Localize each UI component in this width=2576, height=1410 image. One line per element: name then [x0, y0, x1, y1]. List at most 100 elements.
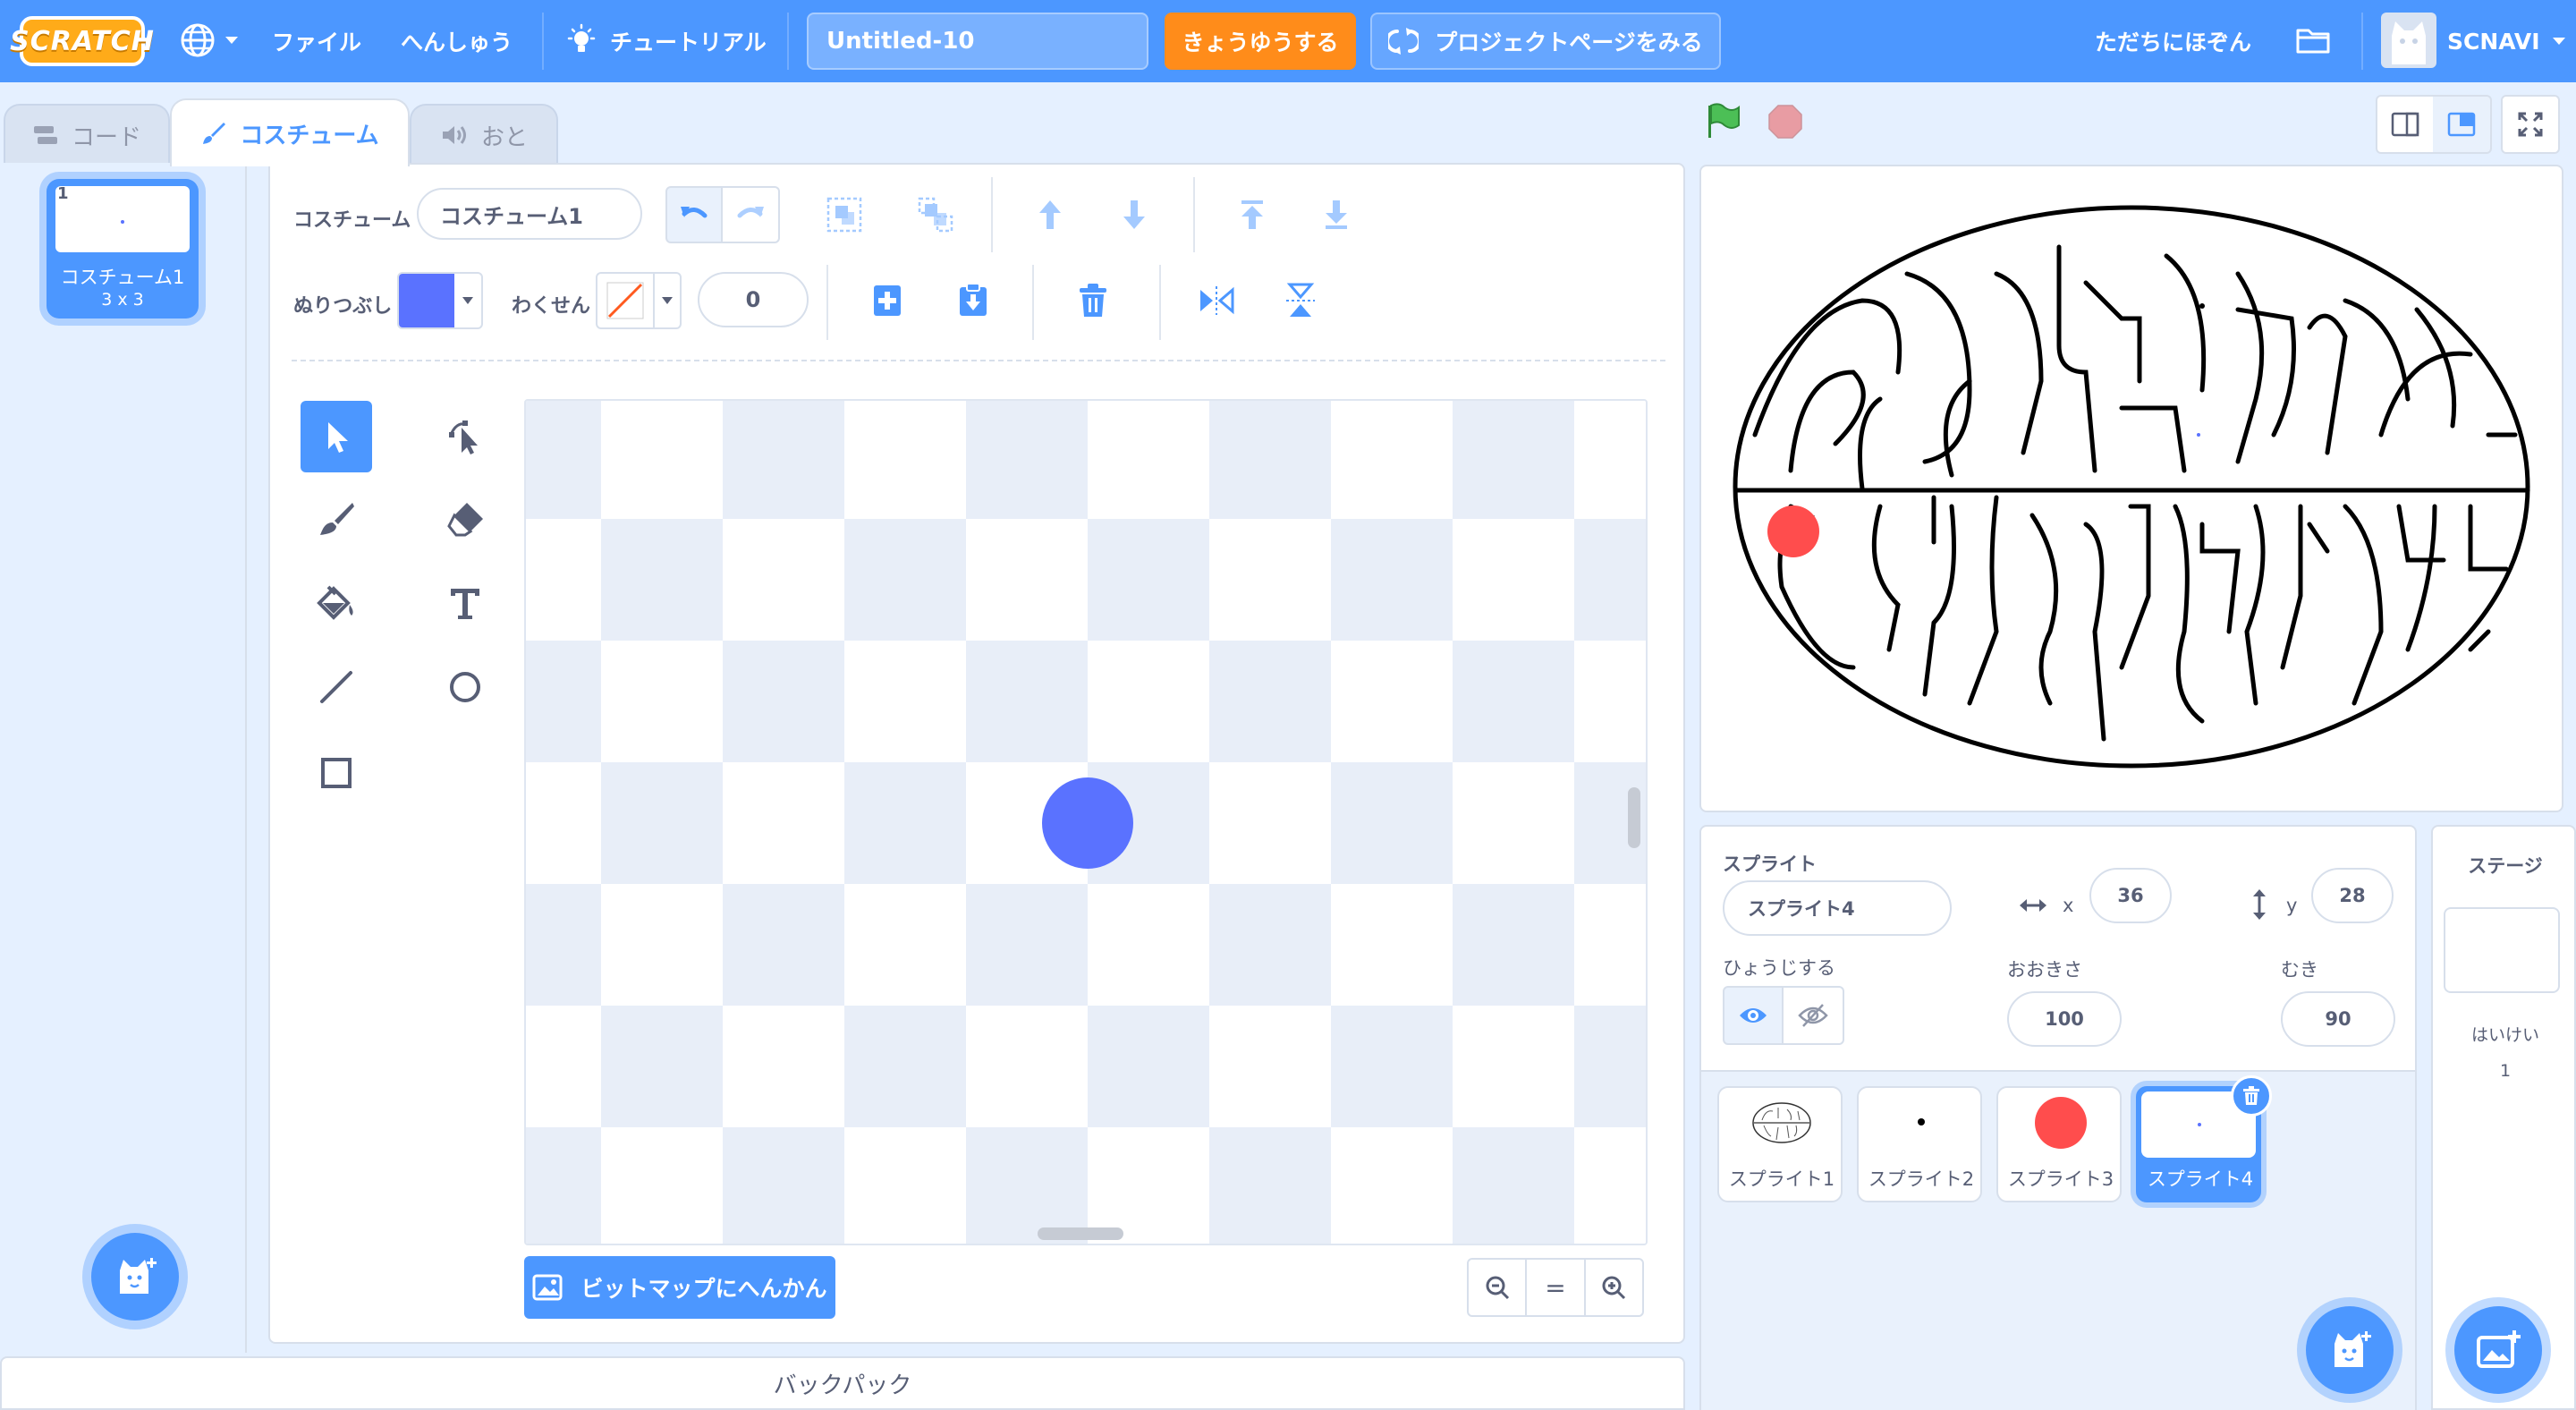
- flip-vertical-button[interactable]: [1272, 272, 1329, 329]
- outline-width-input[interactable]: 0: [698, 272, 809, 327]
- zoom-reset-button[interactable]: =: [1527, 1260, 1586, 1315]
- speaker-icon: [442, 126, 466, 144]
- my-stuff-button[interactable]: [2295, 25, 2331, 55]
- menu-divider: [542, 13, 544, 70]
- copy-button[interactable]: [859, 272, 916, 329]
- file-menu[interactable]: ファイル: [272, 0, 361, 82]
- green-flag-button[interactable]: [1705, 102, 1741, 140]
- x-input[interactable]: 36: [2089, 868, 2172, 923]
- no-color-icon: [606, 282, 644, 319]
- save-now-button[interactable]: ただちにほぞん: [2095, 0, 2251, 82]
- costume-size: 3 x 3: [101, 290, 144, 310]
- zoom-out-icon: [1486, 1276, 1509, 1300]
- delete-sprite-button[interactable]: [2231, 1075, 2272, 1117]
- normal-stage-button[interactable]: [2433, 95, 2492, 154]
- arrow-pointer-icon: [328, 422, 348, 453]
- show-sprite-button[interactable]: [1723, 986, 1784, 1045]
- maze-lines: [1733, 205, 2530, 769]
- convert-to-bitmap-button[interactable]: ビットマップにへんかん: [524, 1256, 835, 1319]
- share-button[interactable]: きょうゆうする: [1165, 13, 1356, 70]
- outline-color-picker[interactable]: [596, 272, 682, 329]
- language-menu[interactable]: [179, 21, 240, 59]
- rectangle-tool[interactable]: [301, 737, 372, 809]
- trash-icon: [2243, 1086, 2259, 1105]
- add-sprite-button[interactable]: [2306, 1306, 2394, 1394]
- account-menu[interactable]: SCNAVI: [2447, 0, 2567, 82]
- flip-horizontal-button[interactable]: [1188, 272, 1245, 329]
- direction-input[interactable]: 90: [2281, 991, 2395, 1047]
- avatar[interactable]: [2381, 13, 2436, 68]
- text-icon: [451, 589, 479, 619]
- y-input[interactable]: 28: [2311, 868, 2394, 923]
- size-input[interactable]: 100: [2007, 991, 2122, 1047]
- costume-number: 1: [57, 184, 69, 203]
- sprite-name-input[interactable]: スプライト4: [1723, 880, 1952, 936]
- cat-plus-icon: [2334, 1331, 2371, 1367]
- tab-sounds[interactable]: おと: [410, 104, 558, 165]
- stage-thumbnail[interactable]: [2444, 907, 2560, 993]
- black-dot-sprite[interactable]: [2199, 303, 2205, 309]
- project-title-input[interactable]: Untitled-10: [807, 13, 1148, 70]
- toolbar-divider: [991, 177, 993, 252]
- costume-item[interactable]: 1 コスチューム1 3 x 3: [47, 179, 199, 319]
- group-icon: [826, 197, 862, 233]
- horizontal-scrollbar[interactable]: [1038, 1227, 1123, 1240]
- redo-button[interactable]: [723, 186, 780, 243]
- red-ball-sprite[interactable]: [1767, 505, 1819, 557]
- stage-title: ステージ: [2468, 855, 2543, 877]
- zoom-out-button[interactable]: [1469, 1260, 1528, 1315]
- group-button[interactable]: [816, 186, 873, 243]
- add-backdrop-button[interactable]: [2454, 1306, 2542, 1394]
- circle-icon: [450, 672, 480, 702]
- show-label: ひょうじする: [1723, 957, 1835, 979]
- zoom-in-button[interactable]: [1586, 1260, 1642, 1315]
- vertical-scrollbar[interactable]: [1628, 787, 1640, 848]
- scratch-logo[interactable]: SCRATCH: [10, 16, 154, 66]
- stage[interactable]: [1699, 165, 2563, 812]
- caret-down-icon: [2552, 38, 2565, 45]
- caret-down-icon: [225, 37, 238, 44]
- add-costume-button[interactable]: [91, 1233, 179, 1321]
- edit-menu[interactable]: へんしゅう: [401, 0, 513, 82]
- tab-costumes[interactable]: コスチューム: [170, 98, 410, 166]
- backpack[interactable]: バックパック: [0, 1356, 1685, 1410]
- hide-sprite-button[interactable]: [1784, 986, 1844, 1045]
- sprite-tile[interactable]: スプライト3: [1996, 1086, 2122, 1202]
- brush-icon: [203, 123, 226, 144]
- undo-button[interactable]: [665, 186, 723, 243]
- brush-tool[interactable]: [301, 483, 372, 555]
- delete-button[interactable]: [1064, 272, 1122, 329]
- costume-circle-shape[interactable]: [1042, 777, 1133, 869]
- costume-name-input[interactable]: コスチューム1: [417, 188, 642, 240]
- back-button[interactable]: [1308, 186, 1365, 243]
- text-tool[interactable]: [429, 567, 501, 639]
- fill-color-picker[interactable]: [397, 272, 483, 329]
- circle-tool[interactable]: [429, 651, 501, 723]
- zoom-controls: =: [1467, 1258, 1644, 1317]
- tutorials-menu[interactable]: チュートリアル: [565, 0, 767, 82]
- paste-button[interactable]: [945, 272, 1002, 329]
- lightbulb-icon: [567, 23, 596, 52]
- blue-dot-sprite[interactable]: [2197, 433, 2200, 437]
- caret-down-icon: [662, 297, 673, 304]
- see-project-page-button[interactable]: プロジェクトページをみる: [1370, 13, 1721, 70]
- select-tool[interactable]: [301, 401, 372, 472]
- fill-tool[interactable]: [301, 567, 372, 639]
- front-button[interactable]: [1224, 186, 1281, 243]
- full-screen-button[interactable]: [2501, 95, 2560, 154]
- small-stage-button[interactable]: [2376, 95, 2435, 154]
- backward-button[interactable]: [1106, 186, 1163, 243]
- sprite-tile[interactable]: スプライト1: [1717, 1086, 1843, 1202]
- tab-code[interactable]: コード: [4, 104, 170, 165]
- line-tool[interactable]: [301, 651, 372, 723]
- sprite-tile[interactable]: スプライト2: [1857, 1086, 1982, 1202]
- eraser-tool[interactable]: [429, 483, 501, 555]
- stop-sign-icon: [1768, 105, 1802, 139]
- reshape-tool[interactable]: [429, 401, 501, 472]
- paint-canvas[interactable]: [524, 399, 1648, 1245]
- x-label: x: [2063, 895, 2074, 916]
- forward-button[interactable]: [1021, 186, 1079, 243]
- ungroup-button[interactable]: [907, 186, 964, 243]
- sprite-tile-selected[interactable]: スプライト4: [2136, 1075, 2272, 1202]
- stop-button[interactable]: [1767, 104, 1803, 140]
